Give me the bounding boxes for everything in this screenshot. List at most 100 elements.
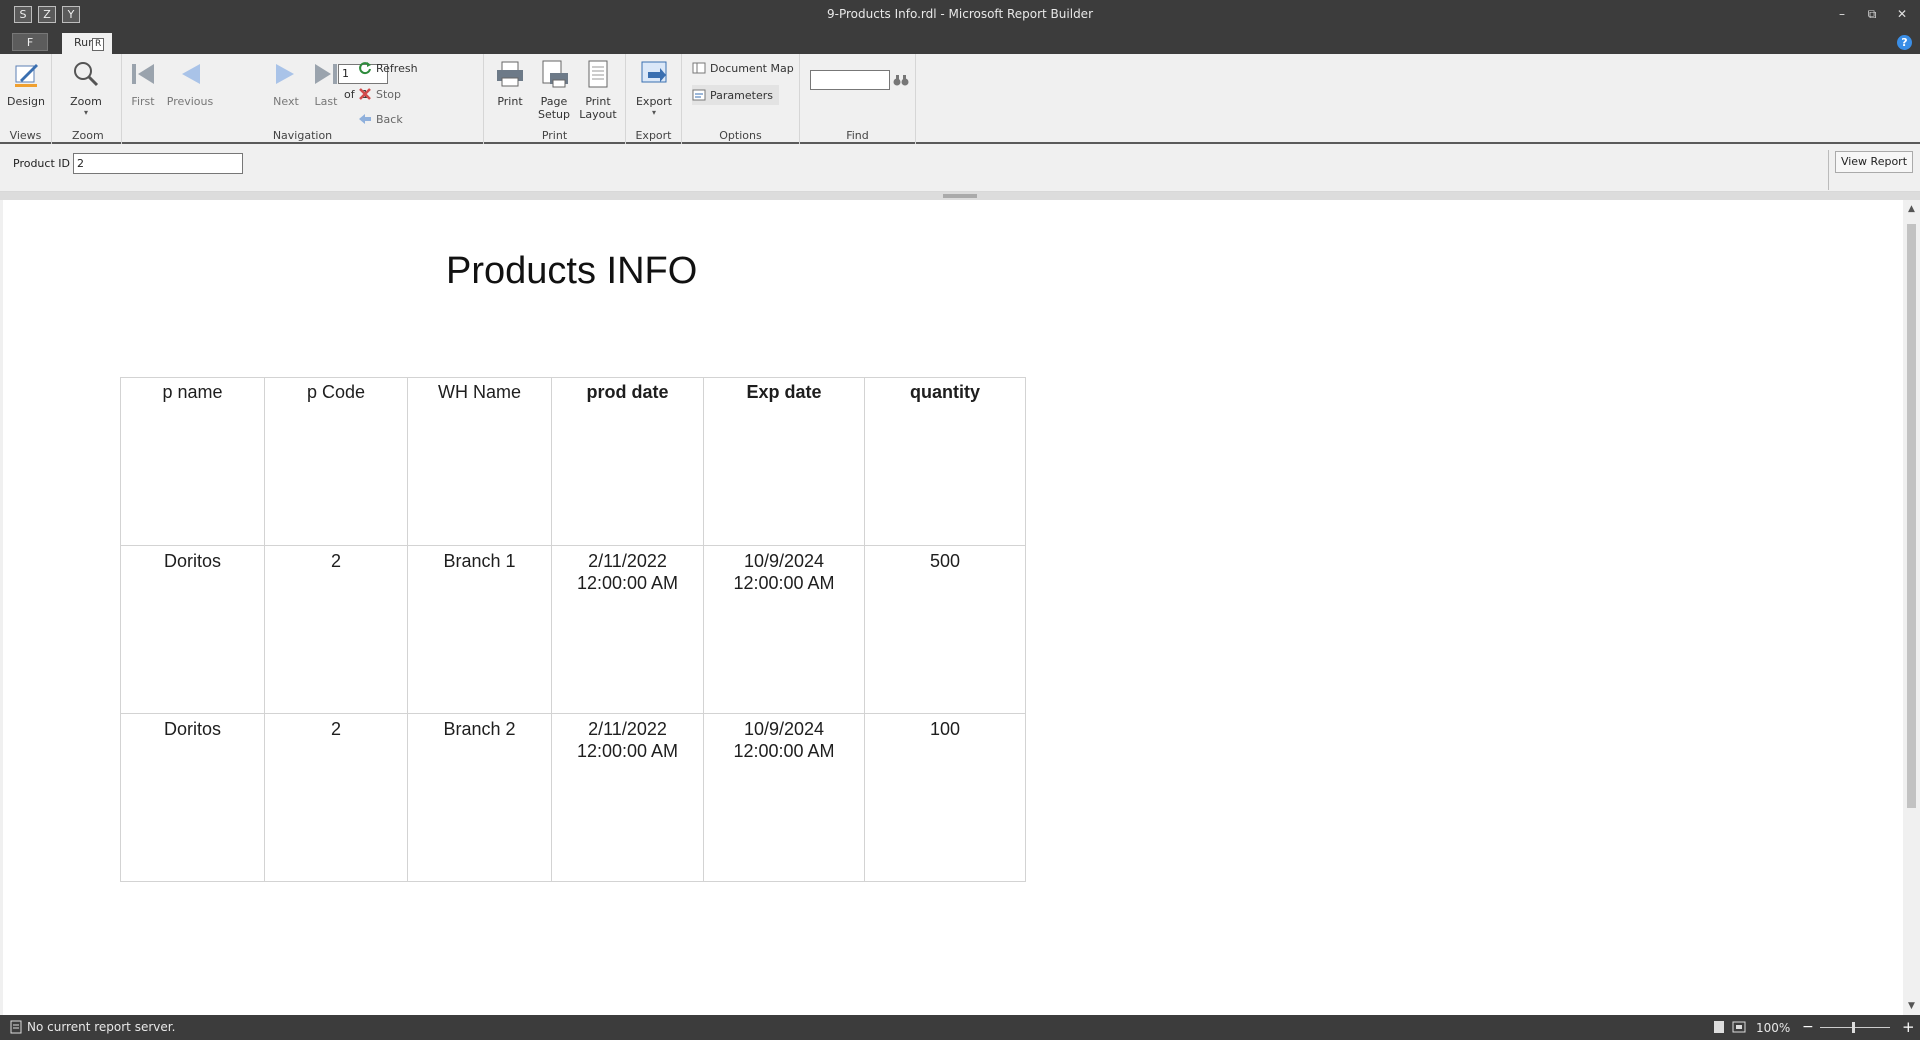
- next-label: Next: [273, 95, 299, 108]
- chevron-down-icon: ▾: [83, 108, 88, 117]
- restore-button[interactable]: ⧉: [1864, 6, 1880, 22]
- page-view-icon[interactable]: [1712, 1020, 1726, 1034]
- zoom-slider[interactable]: [1820, 1027, 1890, 1028]
- cell-prod-date: 2/11/2022 12:00:00 AM: [551, 545, 704, 714]
- document-map-label: Document Map: [710, 61, 794, 75]
- previous-arrow-icon: [182, 64, 200, 84]
- stop-label: Stop: [376, 87, 402, 101]
- views-group: Design Views: [0, 54, 52, 144]
- zoom-in-icon[interactable]: +: [1902, 1018, 1915, 1036]
- scrollbar-thumb[interactable]: [1907, 224, 1916, 808]
- page-setup-icon: [542, 60, 568, 88]
- param-divider: [1828, 150, 1829, 190]
- page-setup-button[interactable]: Page Setup: [534, 58, 574, 121]
- refresh-label: Refresh: [376, 61, 418, 75]
- design-icon: [15, 64, 38, 87]
- last-page-button[interactable]: Last: [308, 58, 344, 108]
- cell-p-name: Doritos: [120, 545, 265, 714]
- report-viewer: Products INFO p name p Code WH Name prod…: [3, 200, 1903, 1015]
- print-layout-icon: [588, 60, 608, 88]
- views-group-label: Views: [9, 129, 42, 142]
- export-icon: [641, 61, 667, 83]
- binoculars-icon[interactable]: [893, 72, 909, 88]
- view-report-button[interactable]: View Report: [1835, 151, 1913, 173]
- export-label: Export: [635, 95, 672, 108]
- next-page-button[interactable]: Next: [268, 58, 304, 108]
- find-group: Find: [800, 54, 916, 144]
- design-label: Design: [7, 95, 45, 108]
- vertical-scrollbar[interactable]: ▲ ▼: [1903, 200, 1920, 1015]
- find-input[interactable]: [810, 70, 890, 90]
- last-page-icon: [315, 64, 337, 84]
- status-bar: No current report server. 100% − +: [0, 1015, 1920, 1040]
- export-group: Export ▾ Export: [626, 54, 682, 144]
- parameters-icon: [692, 89, 706, 101]
- parameters-splitter[interactable]: [0, 192, 1920, 200]
- parameters-button[interactable]: Parameters: [692, 85, 779, 105]
- cell-prod-date: 2/11/2022 12:00:00 AM: [551, 713, 704, 882]
- table-header-row: p name p Code WH Name prod date Exp date…: [120, 377, 1026, 546]
- table-row: Doritos 2 Branch 2 2/11/2022 12:00:00 AM…: [120, 713, 1026, 882]
- print-layout-button[interactable]: Print Layout: [578, 58, 618, 121]
- navigation-group: First Previous 1 of 1 Next Last Refresh …: [122, 54, 484, 144]
- options-group: Document Map Parameters Options: [682, 54, 800, 144]
- fit-view-icon[interactable]: [1732, 1020, 1746, 1034]
- help-icon[interactable]: ?: [1897, 35, 1912, 50]
- previous-page-button[interactable]: Previous: [166, 58, 214, 108]
- print-layout-label-2: Layout: [579, 108, 617, 121]
- export-button[interactable]: Export ▾: [634, 58, 674, 117]
- design-button[interactable]: Design: [6, 58, 46, 108]
- header-exp-date: Exp date: [703, 377, 865, 546]
- header-prod-date: prod date: [551, 377, 704, 546]
- table-row: Doritos 2 Branch 1 2/11/2022 12:00:00 AM…: [120, 545, 1026, 714]
- cell-wh-name: Branch 2: [407, 713, 552, 882]
- of-label: of: [344, 88, 355, 101]
- product-id-input[interactable]: 2: [73, 153, 243, 174]
- scroll-down-icon[interactable]: ▼: [1903, 999, 1920, 1013]
- refresh-button[interactable]: Refresh: [358, 58, 418, 78]
- zoom-label: Zoom: [70, 95, 102, 108]
- back-button[interactable]: Back: [358, 109, 403, 129]
- window-title: 9-Products Info.rdl - Microsoft Report B…: [827, 7, 1093, 21]
- page-setup-label-1: Page: [540, 95, 568, 108]
- cell-p-code: 2: [264, 545, 408, 714]
- print-label: Print: [497, 95, 523, 108]
- zoom-slider-thumb[interactable]: [1852, 1022, 1855, 1033]
- first-page-button[interactable]: First: [124, 58, 162, 108]
- window-controls: – ⧉ ✕: [1834, 6, 1910, 22]
- zoom-control: 100% − +: [1680, 1015, 1920, 1040]
- cell-quantity: 100: [864, 713, 1026, 882]
- cell-p-name: Doritos: [120, 713, 265, 882]
- zoom-group: Zoom ▾ Zoom: [52, 54, 122, 144]
- print-button[interactable]: Print: [492, 58, 528, 108]
- minimize-button[interactable]: –: [1834, 6, 1850, 22]
- report-title: Products INFO: [446, 250, 698, 292]
- close-button[interactable]: ✕: [1894, 6, 1910, 22]
- next-arrow-icon: [276, 64, 294, 84]
- header-p-code: p Code: [264, 377, 408, 546]
- stop-button[interactable]: Stop: [358, 84, 401, 104]
- navigation-group-label: Navigation: [272, 129, 333, 142]
- zoom-group-label: Zoom: [72, 129, 104, 142]
- scroll-up-icon[interactable]: ▲: [1903, 202, 1920, 216]
- status-text: No current report server.: [27, 1020, 176, 1034]
- splitter-grip[interactable]: [943, 194, 977, 198]
- zoom-out-icon[interactable]: −: [1802, 1019, 1814, 1035]
- product-id-label: Product ID: [13, 157, 70, 170]
- parameters-bar: Product ID 2 View Report: [0, 146, 1920, 192]
- first-label: First: [131, 95, 155, 108]
- last-label: Last: [314, 95, 338, 108]
- document-map-button[interactable]: Document Map: [692, 58, 794, 78]
- cell-exp-date: 10/9/2024 12:00:00 AM: [703, 713, 865, 882]
- run-keytip: R: [92, 38, 105, 51]
- chevron-down-icon: ▾: [651, 108, 656, 117]
- zoom-percent: 100%: [1756, 1021, 1791, 1035]
- file-tab[interactable]: F: [12, 33, 48, 51]
- find-group-label: Find: [846, 129, 869, 142]
- stop-icon: [359, 88, 371, 100]
- ribbon: Design Views Zoom ▾ Zoom First Previous …: [0, 54, 1920, 144]
- cell-wh-name: Branch 1: [407, 545, 552, 714]
- zoom-button[interactable]: Zoom ▾: [66, 58, 106, 117]
- tab-run[interactable]: RunR: [62, 33, 112, 54]
- server-icon: [10, 1020, 22, 1034]
